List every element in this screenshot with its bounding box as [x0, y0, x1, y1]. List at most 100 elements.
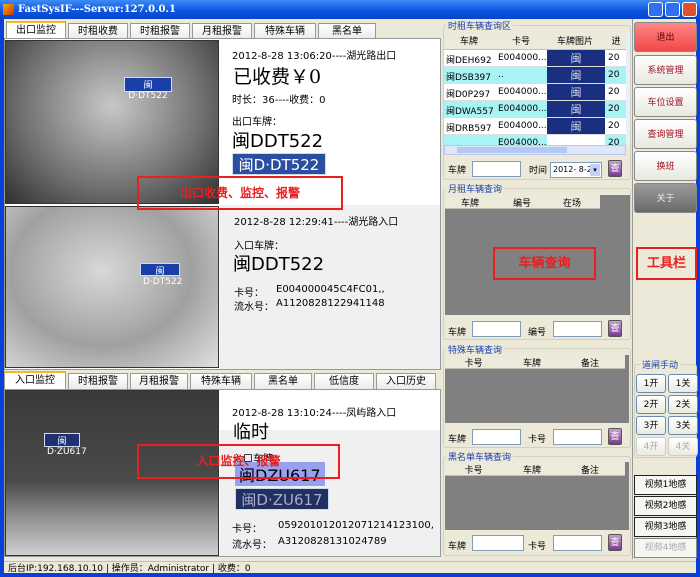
blacklist-plate-input[interactable]	[472, 535, 524, 551]
cell: E004000...	[498, 104, 547, 114]
cell: E004000...	[498, 121, 547, 131]
annotation-toolbar: 工具栏	[636, 247, 697, 280]
tab-monthly-alarm[interactable]: 月租报警	[130, 373, 188, 389]
entry-serial-label: 流水号：	[234, 302, 274, 313]
special-plate-input[interactable]	[472, 429, 521, 445]
entry-camera-photo: 闽D·DT522	[5, 206, 219, 368]
video2-sensor-button[interactable]: 视频2地感	[634, 496, 697, 516]
col-remark[interactable]: 备注	[561, 356, 619, 369]
tab-hourly-alarm[interactable]: 时租报警	[130, 23, 190, 39]
tab-entry-monitor[interactable]: 入口监控	[4, 371, 66, 389]
monthly-search-button[interactable]: 查	[608, 320, 622, 337]
tab-hourly-fee[interactable]: 时租收费	[68, 23, 128, 39]
vertical-scrollbar[interactable]	[626, 33, 630, 146]
monthly-id-label: 编号	[528, 328, 547, 338]
chevron-down-icon[interactable]: ▾	[590, 164, 600, 176]
photo-plate: 闽D·DT522	[140, 263, 182, 287]
tab-monthly-alarm[interactable]: 月租报警	[192, 23, 252, 39]
gate-2-open-button[interactable]: 2开	[636, 395, 666, 414]
tab-low-confidence[interactable]: 低信度	[314, 373, 374, 389]
special-search-button[interactable]: 查	[608, 428, 622, 445]
tab-exit-monitor[interactable]: 出口监控	[6, 21, 66, 39]
table-row[interactable]: 闽DWA557 E004000...闽D·WA55720	[444, 101, 626, 118]
minimize-button[interactable]	[648, 2, 663, 17]
shift-change-button[interactable]: 换班	[634, 151, 697, 181]
photo-plate: 闽D·ZU617	[44, 433, 87, 457]
hourly-query-title: 时租车辆查询区	[446, 19, 514, 32]
col-plate[interactable]: 车牌	[444, 34, 494, 47]
tab-blacklist[interactable]: 黑名单	[318, 23, 376, 39]
blacklist-plate-label: 车牌	[448, 542, 467, 552]
gate-1-close-button[interactable]: 1关	[668, 374, 698, 393]
entry-monitor-serial: A3120828131024789	[278, 536, 387, 547]
tab-hourly-alarm[interactable]: 时租报警	[68, 373, 128, 389]
tab-entry-history[interactable]: 入口历史	[376, 373, 436, 389]
col-plate[interactable]: 车牌	[445, 196, 495, 209]
horizontal-scrollbar[interactable]	[444, 145, 626, 155]
tab-special-vehicle[interactable]: 特殊车辆	[190, 373, 252, 389]
col-card[interactable]: 卡号	[496, 34, 546, 47]
gate-2-close-button[interactable]: 2关	[668, 395, 698, 414]
monthly-id-input[interactable]	[553, 321, 602, 337]
exit-plate-label: 出口车牌：	[232, 117, 282, 128]
col-entry[interactable]: 进	[606, 34, 626, 47]
cell: 20	[608, 104, 620, 114]
video1-sensor-button[interactable]: 视频1地感	[634, 475, 697, 495]
close-button[interactable]	[682, 2, 697, 17]
col-card[interactable]: 卡号	[445, 463, 502, 476]
col-plate[interactable]: 车牌	[503, 356, 561, 369]
video4-sensor-button[interactable]: 视频4地感	[634, 538, 697, 558]
title-bar: FastSysIF---Server:127.0.0.1	[0, 0, 700, 19]
annotation-exit: 出口收费、监控、报警	[137, 176, 343, 210]
exit-plate-image: 闽D·DT522	[232, 153, 326, 175]
table-row[interactable]: 闽DSB397.. 闽D·SB39720	[444, 67, 626, 84]
blacklist-card-input[interactable]	[553, 535, 602, 551]
annotation-query: 车辆查询	[493, 247, 596, 280]
col-id[interactable]: 编号	[497, 196, 547, 209]
entry-serial: A1120828122941148	[276, 298, 385, 309]
entry-monitor-card-label: 卡号：	[232, 524, 262, 535]
query-management-button[interactable]: 查询管理	[634, 119, 697, 149]
plate-image-cell: 闽D·DP297	[547, 84, 605, 100]
col-card[interactable]: 卡号	[445, 356, 502, 369]
gate-4-open-button[interactable]: 4开	[636, 437, 666, 456]
window-title: FastSysIF---Server:127.0.0.1	[18, 4, 176, 15]
blacklist-search-button[interactable]: 查	[608, 534, 622, 551]
cell: 闽D0P297	[446, 90, 491, 100]
grid-header: 卡号 车牌 备注	[445, 462, 625, 476]
system-management-button[interactable]: 系统管理	[634, 55, 697, 85]
plate-image-cell: 闽D·WA557	[547, 101, 605, 117]
table-row[interactable]: 闽D0P297 E004000...闽D·DP29720	[444, 84, 626, 101]
entry-monitor-card: 0592010120120712141231​00,	[278, 520, 434, 531]
parking-settings-button[interactable]: 车位设置	[634, 87, 697, 117]
blacklist-card-label: 卡号	[528, 542, 547, 552]
maximize-button[interactable]	[665, 2, 680, 17]
special-card-input[interactable]	[553, 429, 602, 445]
tab-blacklist[interactable]: 黑名单	[254, 373, 312, 389]
hourly-grid: 车牌 卡号 车牌图片 进 闽DEH692E004000...闽D·EH69220…	[444, 33, 626, 146]
cell: 闽DRB597	[446, 124, 492, 134]
col-remark[interactable]: 备注	[561, 463, 619, 476]
grid-header: 车牌 卡号 车牌图片 进	[444, 33, 626, 50]
cell: 闽DSB397	[446, 73, 491, 83]
about-button[interactable]: 关于	[634, 183, 697, 213]
monthly-plate-input[interactable]	[472, 321, 521, 337]
gate-3-close-button[interactable]: 3关	[668, 416, 698, 435]
table-row[interactable]: 闽DEH692 E004000...闽D·EH69220	[444, 50, 626, 67]
video3-sensor-button[interactable]: 视频3地感	[634, 517, 697, 537]
table-row[interactable]: 闽DRB597 E004000...闽D·RB59720	[444, 118, 626, 135]
hourly-search-button[interactable]: 查	[608, 160, 622, 177]
tab-special-vehicle[interactable]: 特殊车辆	[254, 23, 316, 39]
col-present[interactable]: 在场	[547, 196, 597, 209]
gate-3-open-button[interactable]: 3开	[636, 416, 666, 435]
exit-button[interactable]: 退出	[634, 22, 697, 52]
gate-4-close-button[interactable]: 4关	[668, 437, 698, 456]
col-plate-image[interactable]: 车牌图片	[546, 34, 604, 47]
photo-plate: 闽D·DT522	[124, 77, 172, 101]
gate-1-open-button[interactable]: 1开	[636, 374, 666, 393]
col-plate[interactable]: 车牌	[503, 463, 561, 476]
hourly-date-picker[interactable]: 2012- 8-27 ▾	[550, 162, 602, 178]
entry-monitor-plate-image: 闽D·ZU617	[235, 488, 329, 510]
hourly-plate-input[interactable]	[472, 161, 521, 177]
exit-time-place: 2012-8-28 13:06:20----湖光路出口	[232, 51, 397, 62]
